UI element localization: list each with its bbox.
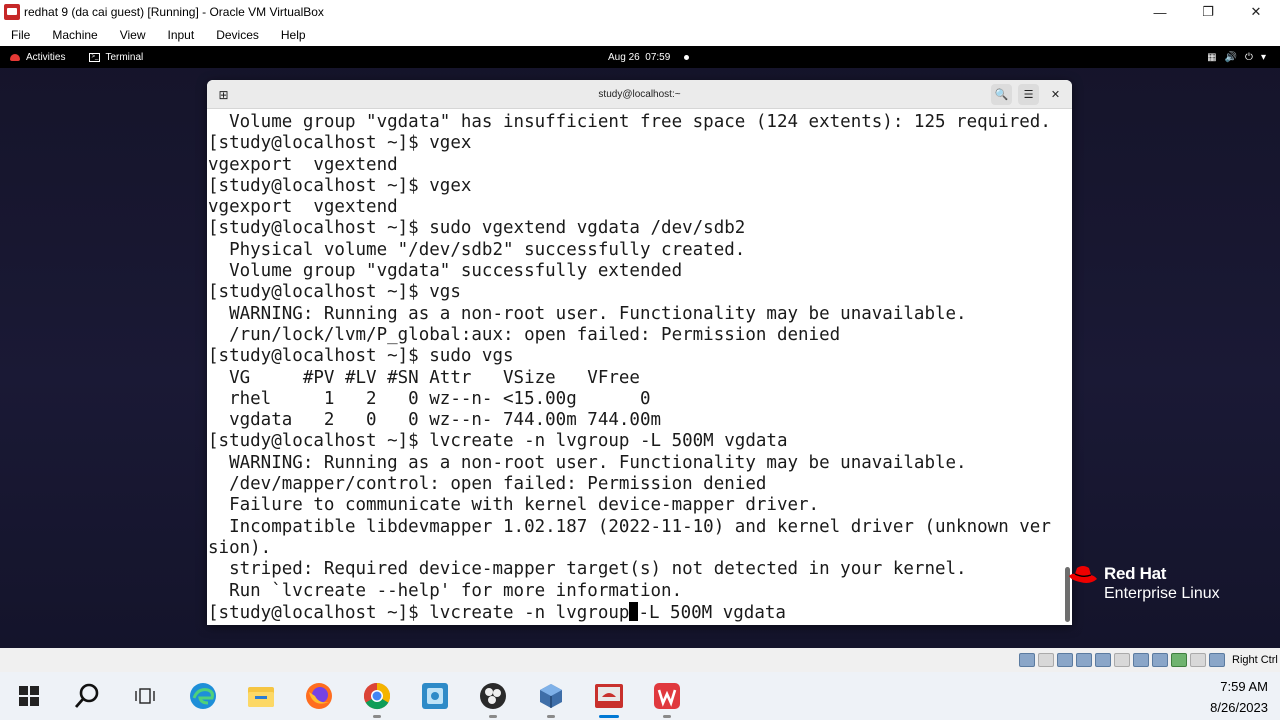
window-title: redhat 9 (da cai guest) [Running] - Orac… <box>24 5 324 19</box>
network-icon: ▦ <box>1207 51 1217 63</box>
minimize-icon[interactable]: — <box>1136 0 1184 24</box>
recording-icon[interactable] <box>1152 653 1168 667</box>
restore-icon[interactable]: ❐ <box>1184 0 1232 24</box>
terminal-output[interactable]: Volume group "vgdata" has insufficient f… <box>207 109 1072 625</box>
app-menu-label: Terminal <box>105 51 144 63</box>
menu-devices[interactable]: Devices <box>205 28 270 42</box>
rhel-logo-line1: Red Hat <box>1104 564 1167 583</box>
windows-start-icon[interactable] <box>0 672 58 720</box>
gnome-top-bar: Activities >_ Terminal Aug 26 07:59 ▦ 🔊 … <box>0 46 1280 68</box>
hamburger-menu-icon[interactable]: ☰ <box>1018 84 1039 105</box>
windows-taskbar: 7:59 AM 8/26/2023 <box>0 672 1280 720</box>
redhat-icon <box>10 53 20 61</box>
terminal-line: vgdata 2 0 0 wz--n- 744.00m 744.00m <box>208 410 662 431</box>
terminal-line: vgexport vgextend <box>208 154 398 175</box>
terminal-line: /run/lock/lvm/P_global:aux: open failed:… <box>208 324 841 345</box>
terminal-line: Physical volume "/dev/sdb2" successfully… <box>208 239 746 260</box>
terminal-line: Failure to communicate with kernel devic… <box>208 495 820 516</box>
terminal-line: Run `lvcreate --help' for more informati… <box>208 580 683 601</box>
menu-file[interactable]: File <box>0 28 41 42</box>
window-titlebar: redhat 9 (da cai guest) [Running] - Orac… <box>0 0 1280 24</box>
host-key-label: Right Ctrl <box>1232 654 1278 666</box>
file-explorer-icon[interactable] <box>232 672 290 720</box>
redhat-hat-icon <box>1069 566 1097 583</box>
task-view-icon[interactable] <box>116 672 174 720</box>
menubar: File Machine View Input Devices Help <box>0 24 1280 46</box>
rhel-logo-line2: Enterprise Linux <box>1104 585 1220 602</box>
activities-label: Activities <box>26 51 66 63</box>
terminal-title: study@localhost:~ <box>598 88 681 100</box>
keyboard-capture-icon[interactable] <box>1209 653 1225 667</box>
optical-drive-icon[interactable] <box>1038 653 1054 667</box>
obs-icon[interactable] <box>464 672 522 720</box>
activities-button[interactable]: Activities <box>10 52 65 63</box>
taskbar-date: 8/26/2023 <box>1210 700 1268 715</box>
usb-icon[interactable] <box>1095 653 1111 667</box>
new-tab-icon[interactable]: ⊞ <box>215 86 232 103</box>
guest-screen[interactable]: Activities >_ Terminal Aug 26 07:59 ▦ 🔊 … <box>0 46 1280 648</box>
terminal-line: [study@localhost ~]$ vgs <box>208 282 461 303</box>
terminal-line: [study@localhost ~]$ vgex <box>208 175 472 196</box>
power-icon: ⏻ <box>1245 51 1253 63</box>
virtualbox-app-icon <box>4 4 20 20</box>
volume-icon: 🔊 <box>1224 51 1238 63</box>
terminal-line: Incompatible libdevmapper 1.02.187 (2022… <box>208 516 1051 537</box>
display-icon[interactable] <box>1133 653 1149 667</box>
virtualbox-vm-icon[interactable] <box>580 672 638 720</box>
search-icon[interactable]: 🔍 <box>991 84 1012 105</box>
clock-label: Aug 26 07:59 <box>608 51 671 63</box>
chrome-icon[interactable] <box>348 672 406 720</box>
terminal-line: [study@localhost ~]$ sudo vgextend vgdat… <box>208 218 746 239</box>
terminal-line: sion). <box>208 537 272 558</box>
terminal-line: vgexport vgextend <box>208 197 398 218</box>
vbox-statusbar: Right Ctrl <box>0 648 1280 672</box>
menu-help[interactable]: Help <box>270 28 317 42</box>
close-icon[interactable]: ✕ <box>1232 0 1280 24</box>
chevron-down-icon: ▾ <box>1260 51 1266 63</box>
terminal-line: [study@localhost ~]$ sudo vgs <box>208 346 514 367</box>
menu-machine[interactable]: Machine <box>41 28 108 42</box>
mouse-integration-icon[interactable] <box>1190 653 1206 667</box>
search-icon[interactable] <box>58 672 116 720</box>
firefox-icon[interactable] <box>290 672 348 720</box>
terminal-headerbar: ⊞ study@localhost:~ 🔍 ☰ ✕ <box>207 80 1072 109</box>
menu-input[interactable]: Input <box>157 28 206 42</box>
clock[interactable]: Aug 26 07:59 <box>608 46 690 68</box>
terminal-line: [study@localhost ~]$ vgex <box>208 133 472 154</box>
cpu-icon[interactable] <box>1171 653 1187 667</box>
prompt-before-cursor: [study@localhost ~]$ lvcreate -n lvgroup <box>208 602 630 623</box>
shared-folders-icon[interactable] <box>1114 653 1130 667</box>
terminal-line: [study@localhost ~]$ lvcreate -n lvgroup… <box>208 431 788 452</box>
terminal-line: WARNING: Running as a non-root user. Fun… <box>208 303 967 324</box>
audio-icon[interactable] <box>1057 653 1073 667</box>
terminal-window[interactable]: ⊞ study@localhost:~ 🔍 ☰ ✕ Volume group "… <box>207 80 1072 625</box>
network-adapter-icon[interactable] <box>1076 653 1092 667</box>
menu-view[interactable]: View <box>109 28 157 42</box>
wps-icon[interactable] <box>638 672 696 720</box>
terminal-icon: >_ <box>89 52 101 62</box>
terminal-line: WARNING: Running as a non-root user. Fun… <box>208 452 967 473</box>
app-menu-terminal[interactable]: >_ Terminal <box>89 52 143 63</box>
close-icon[interactable]: ✕ <box>1045 84 1066 105</box>
edge-icon[interactable] <box>174 672 232 720</box>
taskbar-clock[interactable]: 7:59 AM 8/26/2023 <box>1210 676 1268 718</box>
system-status-area[interactable]: ▦ 🔊 ⏻ ▾ <box>1207 46 1266 68</box>
terminal-line: VG #PV #LV #SN Attr VSize VFree <box>208 367 640 388</box>
taskbar-time: 7:59 AM <box>1220 679 1268 694</box>
prompt-after-cursor: -L 500M vgdata <box>638 602 786 623</box>
virtualbox-icon[interactable] <box>522 672 580 720</box>
terminal-prompt-line[interactable]: [study@localhost ~]$ lvcreate -n lvgroup… <box>207 601 1072 623</box>
rhel-logo: Red Hat Enterprise Linux <box>1068 564 1220 604</box>
photos-icon[interactable] <box>406 672 464 720</box>
terminal-line: Volume group "vgdata" successfully exten… <box>208 261 683 282</box>
terminal-line: Volume group "vgdata" has insufficient f… <box>208 112 1051 132</box>
terminal-line: /dev/mapper/control: open failed: Permis… <box>208 474 767 495</box>
terminal-line: rhel 1 2 0 wz--n- <15.00g 0 <box>208 388 651 409</box>
terminal-line: striped: Required device-mapper target(s… <box>208 559 967 580</box>
notification-dot-icon <box>684 54 690 60</box>
hard-disk-icon[interactable] <box>1019 653 1035 667</box>
